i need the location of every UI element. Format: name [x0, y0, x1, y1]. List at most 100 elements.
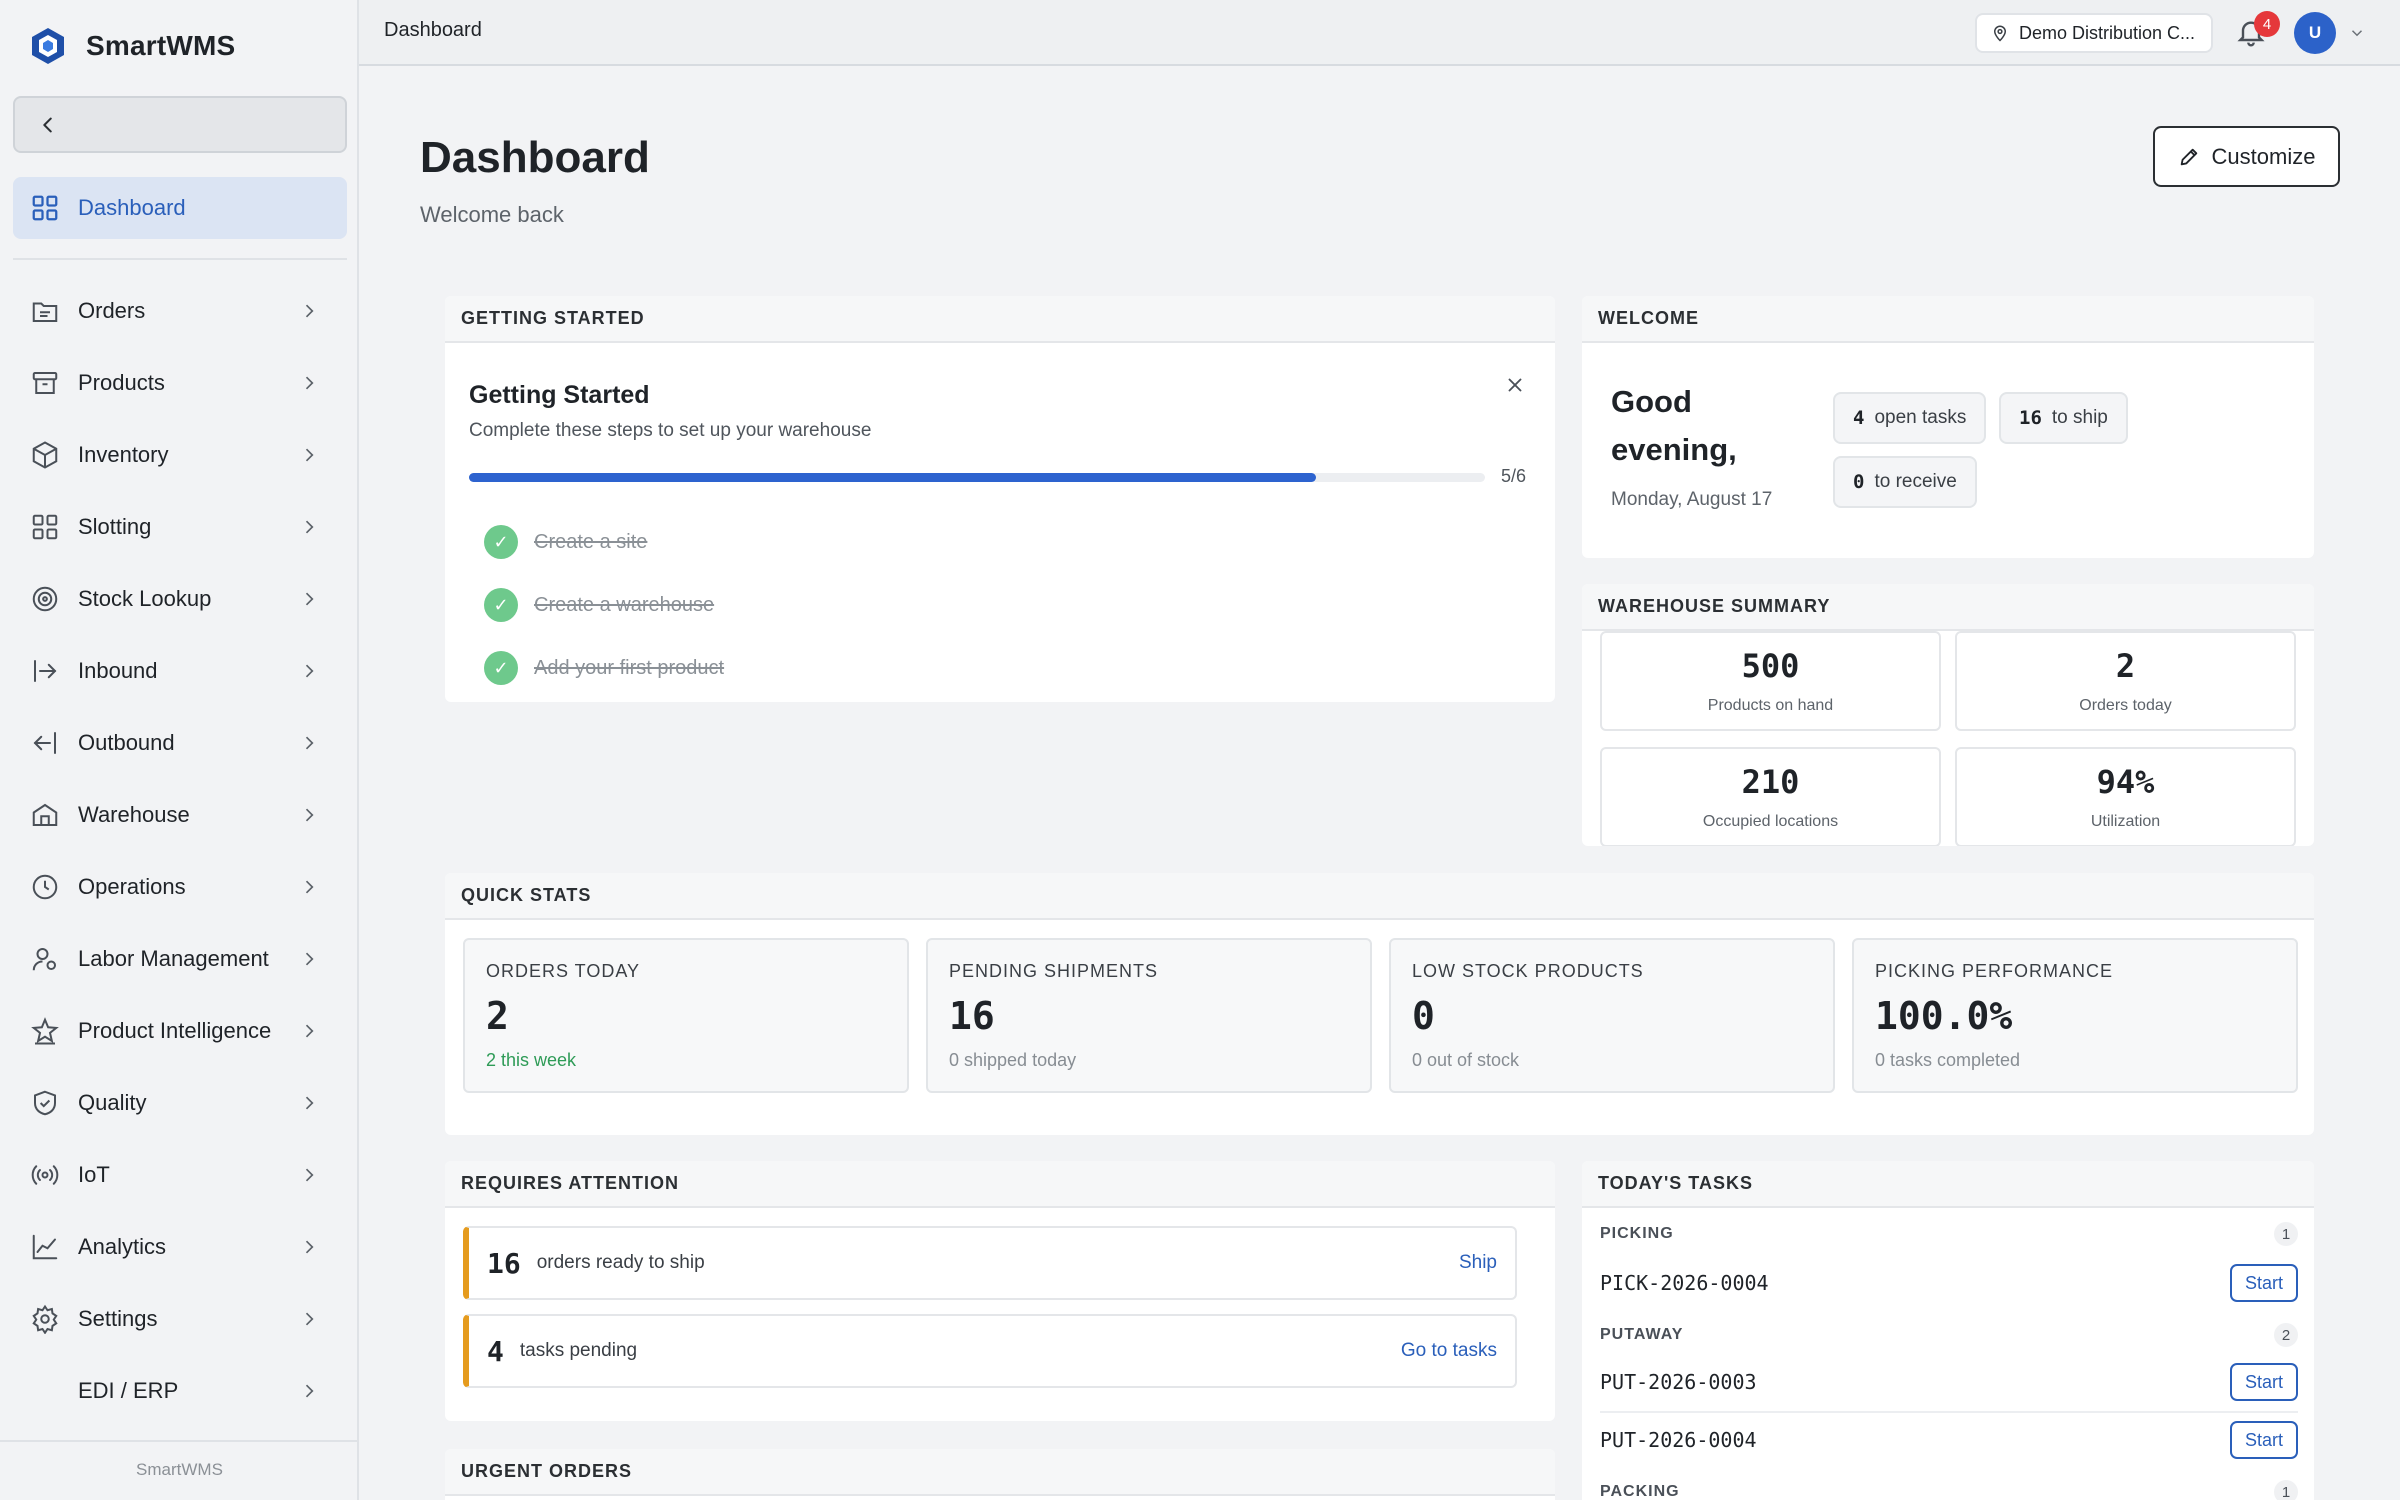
sidebar-item-slotting[interactable]: Slotting: [13, 491, 347, 563]
summary-tile[interactable]: 210 Occupied locations: [1600, 747, 1941, 846]
chevron-right-icon: [305, 664, 314, 678]
sidebar-item-stock-lookup[interactable]: Stock Lookup: [13, 563, 347, 635]
step-item[interactable]: ✓ Create a site: [484, 525, 647, 559]
to-ship-chip[interactable]: 16 to ship: [1999, 392, 2128, 444]
start-button[interactable]: Start: [2230, 1363, 2298, 1401]
attention-row[interactable]: 4 tasks pending Go to tasks: [463, 1314, 1517, 1388]
sidebar-item-inventory[interactable]: Inventory: [13, 419, 347, 491]
chevron-down-icon[interactable]: [2348, 24, 2366, 42]
attention-count: 4: [487, 1334, 504, 1368]
summary-tile[interactable]: 94% Utilization: [1955, 747, 2296, 846]
sidebar-item-label: Product Intelligence: [78, 1018, 272, 1043]
avatar[interactable]: U: [2294, 12, 2336, 54]
customize-label: Customize: [2211, 143, 2316, 169]
panel-header: REQUIRES ATTENTION: [445, 1161, 1555, 1208]
archive-box-icon: [32, 372, 58, 394]
sidebar-item-label: Outbound: [78, 730, 175, 755]
sidebar-item-product-intelligence[interactable]: Product Intelligence: [13, 995, 347, 1067]
sidebar-item-products[interactable]: Products: [13, 347, 347, 419]
start-button[interactable]: Start: [2230, 1264, 2298, 1302]
sidebar-item-label: Settings: [78, 1306, 158, 1331]
customize-button[interactable]: Customize: [2153, 126, 2340, 187]
start-button[interactable]: Start: [2230, 1421, 2298, 1459]
sidebar-item-edi-erp[interactable]: EDI / ERP: [13, 1355, 347, 1427]
sidebar-item-label: EDI / ERP: [78, 1378, 179, 1403]
sidebar-item-warehouse[interactable]: Warehouse: [13, 779, 347, 851]
task-row[interactable]: PUT-2026-0004 Start: [1600, 1412, 2298, 1468]
sidebar-item-label: Labor Management: [78, 946, 269, 971]
stat-card-orders-today[interactable]: ORDERS TODAY 2 2 this week: [463, 938, 909, 1093]
task-row[interactable]: PUT-2026-0003 Start: [1600, 1354, 2298, 1410]
chevron-right-icon: [305, 304, 314, 318]
summary-caption: Occupied locations: [1702, 813, 1839, 830]
summary-value: 94%: [2096, 763, 2155, 801]
sidebar-item-inbound[interactable]: Inbound: [13, 635, 347, 707]
chevron-right-icon: [305, 376, 314, 390]
task-group-header: PACKING 1: [1600, 1480, 2298, 1500]
panel-header: WAREHOUSE SUMMARY: [1582, 584, 2314, 631]
stat-label: PICKING PERFORMANCE: [1875, 961, 2114, 981]
quick-stats-panel: QUICK STATS ORDERS TODAY 2 2 this week P…: [445, 873, 2314, 1135]
sidebar: SmartWMS Dashboard Orders Products Inven…: [0, 0, 359, 1500]
stat-label: PENDING SHIPMENTS: [949, 961, 1159, 981]
greeting-date: Monday, August 17: [1611, 489, 1773, 510]
sidebar-item-orders[interactable]: Orders: [13, 275, 347, 347]
site-selector[interactable]: Demo Distribution C...: [1975, 13, 2213, 53]
line-chart-icon: [32, 1234, 58, 1260]
task-group-count: 1: [2274, 1222, 2298, 1246]
site-selector-value: Demo Distribution C...: [2019, 22, 2196, 43]
chip-label: to ship: [2051, 407, 2108, 428]
sidebar-item-settings[interactable]: Settings: [13, 1283, 347, 1355]
grid-icon: [32, 195, 58, 221]
open-tasks-chip[interactable]: 4 open tasks: [1833, 392, 1987, 444]
sidebar-item-analytics[interactable]: Analytics: [13, 1211, 347, 1283]
sidebar-item-label: Orders: [78, 298, 146, 323]
sidebar-item-label: Slotting: [78, 514, 152, 539]
sidebar-item-labor-management[interactable]: Labor Management: [13, 923, 347, 995]
sidebar-item-iot[interactable]: IoT: [13, 1139, 347, 1211]
getting-started-panel: GETTING STARTED Getting Started Complete…: [445, 296, 1555, 702]
to-receive-chip[interactable]: 0 to receive: [1833, 456, 1977, 508]
chevron-right-icon: [305, 1096, 314, 1110]
requires-attention-panel: REQUIRES ATTENTION 16 orders ready to sh…: [445, 1161, 1555, 1421]
progress-count: 5/6: [1501, 466, 1527, 486]
greeting: Good evening,: [1611, 384, 1737, 467]
go-to-tasks-link[interactable]: Go to tasks: [1401, 1340, 1497, 1362]
stat-card-pending-shipments[interactable]: PENDING SHIPMENTS 16 0 shipped today: [926, 938, 1372, 1093]
summary-tile[interactable]: 500 Products on hand: [1600, 631, 1941, 731]
summary-tile[interactable]: 2 Orders today: [1955, 631, 2296, 731]
chevron-right-icon: [305, 1024, 314, 1038]
task-row[interactable]: PICK-2026-0004 Start: [1600, 1255, 2298, 1311]
stat-card-low-stock[interactable]: LOW STOCK PRODUCTS 0 0 out of stock: [1389, 938, 1835, 1093]
attention-text: tasks pending: [519, 1340, 638, 1361]
step-item[interactable]: ✓ Create a warehouse: [484, 588, 714, 622]
chip-value: 4: [1853, 407, 1865, 429]
sidebar-item-quality[interactable]: Quality: [13, 1067, 347, 1139]
sidebar-item-outbound[interactable]: Outbound: [13, 707, 347, 779]
attention-row[interactable]: 16 orders ready to ship Ship: [463, 1226, 1517, 1300]
stat-card-picking-performance[interactable]: PICKING PERFORMANCE 100.0% 0 tasks compl…: [1852, 938, 2298, 1093]
collapse-sidebar-button[interactable]: [13, 96, 347, 153]
sidebar-item-label: Stock Lookup: [78, 586, 212, 611]
panel-header: TODAY'S TASKS: [1582, 1161, 2314, 1208]
step-item[interactable]: ✓ Add your first product: [484, 651, 724, 685]
sidebar-item-label: Inventory: [78, 442, 169, 467]
task-group-name: PICKING: [1600, 1225, 1674, 1242]
sidebar-item-operations[interactable]: Operations: [13, 851, 347, 923]
close-icon[interactable]: [1504, 374, 1526, 396]
attention-text: orders ready to ship: [536, 1252, 705, 1273]
task-id: PUT-2026-0003: [1600, 1370, 1757, 1394]
sidebar-item-label: Operations: [78, 874, 186, 899]
chevron-right-icon: [305, 808, 314, 822]
summary-value: 210: [1741, 763, 1800, 801]
ship-link[interactable]: Ship: [1459, 1252, 1497, 1274]
panel-header: WELCOME: [1582, 296, 2314, 343]
brand[interactable]: SmartWMS: [28, 26, 235, 66]
stat-note: 2 this week: [486, 1050, 577, 1070]
breadcrumb: Dashboard: [384, 19, 482, 41]
chevron-right-icon: [305, 880, 314, 894]
sidebar-item-dashboard[interactable]: Dashboard: [13, 177, 347, 239]
progress-bar-fill: [469, 473, 1316, 482]
step-label: Create a site: [534, 530, 648, 553]
getting-started-title: Getting Started: [469, 381, 650, 409]
